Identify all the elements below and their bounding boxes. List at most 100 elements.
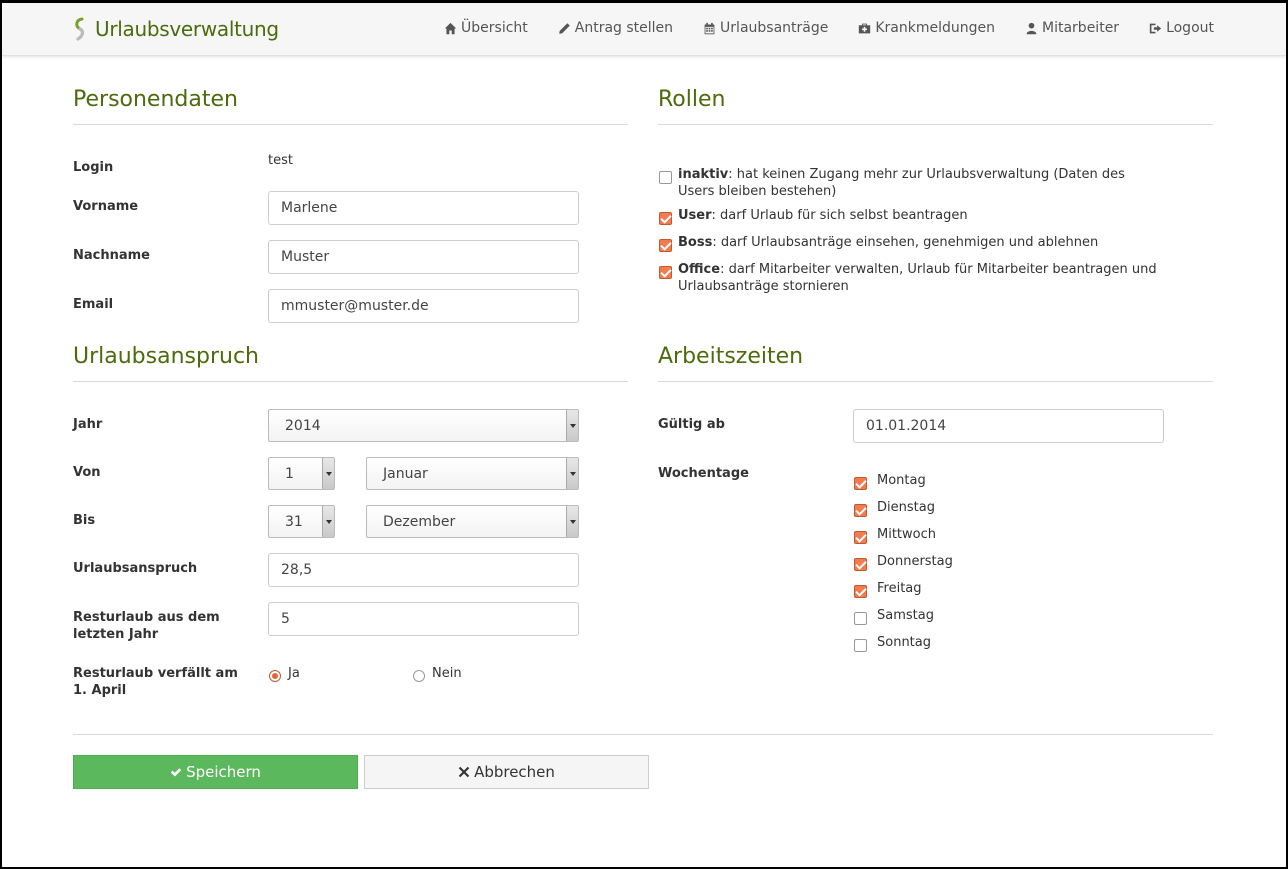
cancel-button[interactable]: Abbrechen (364, 755, 649, 789)
day-label: Donnerstag (877, 554, 953, 569)
urlaubsanspruch-label: Urlaubsanspruch (73, 561, 198, 576)
medkit-icon (859, 23, 871, 33)
bis-day-select[interactable]: 31 (268, 505, 335, 538)
select-value: Dezember (383, 513, 456, 530)
vorname-label: Vorname (73, 199, 139, 214)
cancel-label: Abbrechen (474, 763, 555, 781)
nachname-input[interactable]: Muster (268, 240, 579, 274)
day-donnerstag-checkbox[interactable] (854, 558, 867, 571)
resturlaub-label: Resturlaub aus dem letzten Jahr (73, 610, 220, 642)
role-office-checkbox[interactable] (659, 266, 672, 279)
logo-icon (75, 17, 84, 41)
nav-mitarbeiter[interactable]: Mitarbeiter (1025, 20, 1119, 36)
vorname-input[interactable]: Marlene (268, 191, 579, 225)
divider (73, 124, 628, 125)
main-nav: Übersicht Antrag stellen Urlaubsanträge … (414, 20, 1214, 36)
nav-antrag-stellen[interactable]: Antrag stellen (558, 20, 673, 36)
chevron-down-icon (566, 506, 578, 537)
day-samstag-checkbox[interactable] (854, 612, 867, 625)
role-boss-checkbox[interactable] (659, 239, 672, 252)
section-title-rollen: Rollen (658, 87, 726, 112)
role-name: Boss (678, 235, 713, 250)
role-user-text: User: darf Urlaub für sich selbst beantr… (678, 207, 1158, 224)
nav-label: Krankmeldungen (875, 20, 996, 36)
role-desc: : darf Urlaub für sich selbst beantragen (711, 208, 968, 223)
email-input[interactable]: mmuster@muster.de (268, 289, 579, 323)
home-icon (444, 22, 457, 34)
day-freitag-checkbox[interactable] (854, 585, 867, 598)
verfall-ja-label: Ja (288, 666, 300, 681)
select-value: 2014 (285, 417, 321, 434)
verfall-nein-radio[interactable] (413, 670, 425, 682)
resturlaub-input[interactable]: 5 (268, 602, 579, 636)
von-month-select[interactable]: Januar (366, 457, 579, 490)
jahr-select[interactable]: 2014 (268, 409, 579, 442)
role-inaktiv-text: inaktiv: hat keinen Zugang mehr zur Urla… (678, 166, 1158, 200)
role-office-text: Office: darf Mitarbeiter verwalten, Urla… (678, 261, 1158, 295)
nav-krankmeldungen[interactable]: Krankmeldungen (858, 20, 995, 36)
day-montag-checkbox[interactable] (854, 477, 867, 490)
gueltig-ab-input[interactable]: 01.01.2014 (853, 409, 1164, 443)
day-label: Dienstag (877, 500, 935, 515)
role-name: User (678, 208, 712, 223)
day-label: Mittwoch (877, 527, 936, 542)
user-icon (1026, 22, 1037, 34)
gueltig-ab-label: Gültig ab (658, 417, 725, 432)
role-desc: : darf Urlaubsanträge einsehen, genehmig… (712, 235, 1099, 250)
day-dienstag-checkbox[interactable] (854, 504, 867, 517)
nav-label: Übersicht (461, 20, 528, 36)
chevron-down-icon (566, 458, 578, 489)
navbar: Urlaubsverwaltung Übersicht Antrag stell… (2, 3, 1286, 56)
pencil-icon (558, 22, 570, 34)
role-name: inaktiv (678, 167, 729, 182)
brand[interactable]: Urlaubsverwaltung (73, 17, 279, 41)
role-user-checkbox[interactable] (659, 212, 672, 225)
calendar-icon (704, 22, 715, 34)
role-inaktiv-checkbox[interactable] (659, 171, 672, 184)
day-label: Freitag (877, 581, 922, 596)
role-desc: : darf Mitarbeiter verwalten, Urlaub für… (678, 262, 1157, 294)
sign-out-icon (1149, 23, 1162, 33)
save-button[interactable]: Speichern (73, 755, 358, 789)
divider (658, 124, 1213, 125)
wochentage-label: Wochentage (658, 466, 749, 481)
select-value: Januar (383, 465, 428, 482)
nav-label: Antrag stellen (574, 20, 674, 36)
email-label: Email (73, 297, 114, 312)
section-title-arbeitszeiten: Arbeitszeiten (658, 344, 804, 369)
section-title-personendaten: Personendaten (73, 87, 238, 112)
von-label: Von (73, 465, 101, 480)
role-name: Office (678, 262, 721, 277)
check-icon (170, 768, 182, 777)
verfall-nein-label: Nein (432, 666, 462, 681)
role-desc: : hat keinen Zugang mehr zur Urlaubsverw… (678, 167, 1125, 199)
role-boss-text: Boss: darf Urlaubsanträge einsehen, gene… (678, 234, 1158, 251)
section-title-urlaubsanspruch: Urlaubsanspruch (73, 344, 259, 369)
nav-label: Logout (1166, 20, 1214, 36)
nav-label: Mitarbeiter (1042, 20, 1120, 36)
von-day-select[interactable]: 1 (268, 457, 335, 490)
chevron-down-icon (322, 506, 334, 537)
bis-label: Bis (73, 513, 96, 528)
nav-urlaubsantraege[interactable]: Urlaubsanträge (703, 20, 828, 36)
jahr-label: Jahr (73, 417, 103, 432)
bis-month-select[interactable]: Dezember (366, 505, 579, 538)
brand-title: Urlaubsverwaltung (95, 17, 279, 41)
nav-uebersicht[interactable]: Übersicht (444, 20, 528, 36)
urlaubsanspruch-input[interactable]: 28,5 (268, 553, 579, 587)
login-label: Login (73, 160, 114, 175)
day-sonntag-checkbox[interactable] (854, 639, 867, 652)
day-mittwoch-checkbox[interactable] (854, 531, 867, 544)
day-label: Sonntag (877, 635, 931, 650)
day-label: Montag (877, 473, 926, 488)
select-value: 31 (285, 513, 303, 530)
day-label: Samstag (877, 608, 934, 623)
nav-logout[interactable]: Logout (1149, 20, 1214, 36)
nachname-label: Nachname (73, 248, 151, 263)
verfall-ja-radio[interactable] (269, 670, 281, 682)
nav-label: Urlaubsanträge (720, 20, 829, 36)
divider (73, 734, 1213, 735)
login-value: test (268, 153, 293, 168)
verfall-label: Resturlaub verfällt am 1. April (73, 666, 238, 698)
close-icon (458, 766, 470, 778)
